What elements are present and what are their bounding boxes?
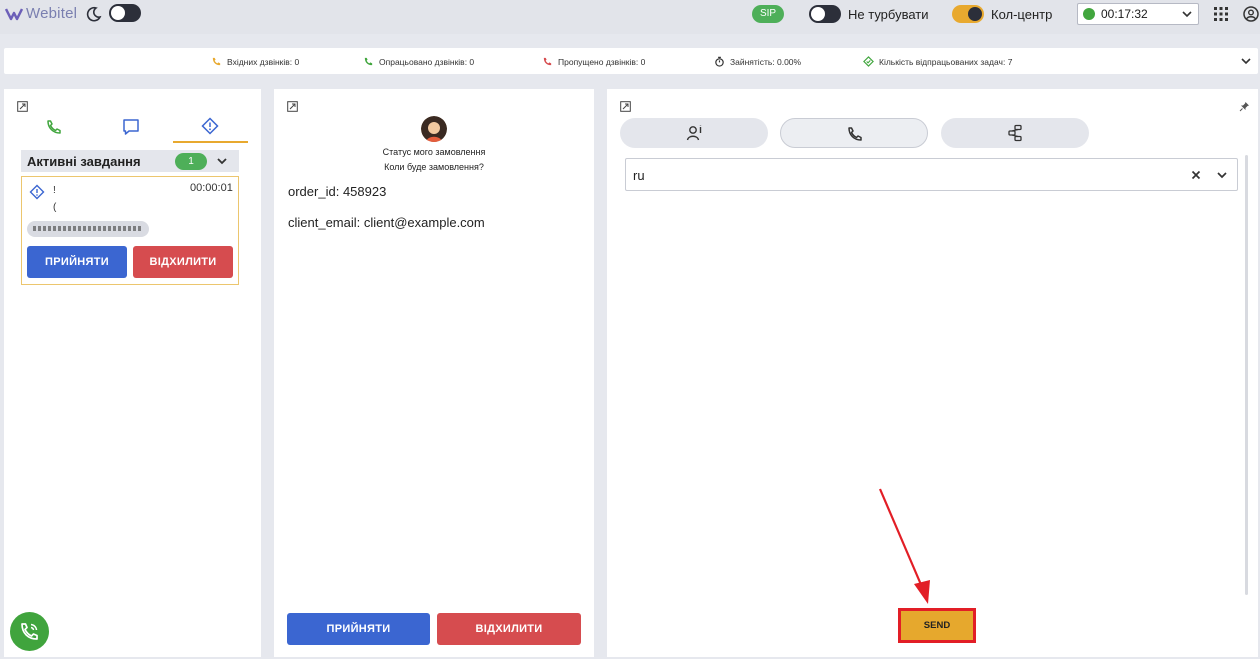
stats-bar: Вхідних дзвінків: 0 Опрацьовано дзвінків… bbox=[4, 48, 1258, 74]
incoming-call-icon bbox=[212, 57, 221, 66]
details-reject-button[interactable]: ВІДХИЛИТИ bbox=[437, 613, 581, 645]
tab-flow[interactable] bbox=[941, 118, 1089, 148]
task-tag-chip bbox=[27, 221, 149, 237]
status-timer: 00:17:32 bbox=[1101, 7, 1148, 21]
tasks-count-badge: 1 bbox=[175, 153, 207, 170]
scrollbar[interactable] bbox=[1245, 155, 1248, 595]
field-order-id: order_id: 458923 bbox=[288, 184, 387, 199]
user-account-icon[interactable] bbox=[1243, 6, 1259, 22]
callcenter-toggle[interactable] bbox=[952, 5, 984, 23]
expand-icon[interactable] bbox=[620, 101, 631, 112]
pin-icon[interactable] bbox=[1239, 101, 1250, 112]
flow-icon bbox=[1008, 124, 1022, 142]
task-subtitle: ( bbox=[53, 202, 57, 213]
tab-call[interactable] bbox=[780, 118, 928, 148]
details-accept-button[interactable]: ПРИЙНЯТИ bbox=[287, 613, 430, 645]
missed-call-icon bbox=[543, 57, 552, 66]
stat-incoming: Вхідних дзвінків: 0 bbox=[211, 56, 299, 67]
tab-chats-chat-icon[interactable] bbox=[122, 118, 140, 136]
expand-icon[interactable] bbox=[17, 101, 28, 112]
avatar bbox=[421, 116, 447, 142]
phone-ringing-icon bbox=[21, 623, 38, 640]
stat-tasks-done: Кількість відпрацьованих задач: 7 bbox=[863, 56, 1012, 67]
stopwatch-icon bbox=[715, 56, 724, 67]
task-accept-button[interactable]: ПРИЙНЯТИ bbox=[27, 246, 127, 278]
logo: Webitel bbox=[5, 5, 77, 22]
chevron-down-icon[interactable] bbox=[216, 155, 228, 167]
annotation-arrow bbox=[878, 488, 930, 604]
top-bar: Webitel SIP Не турбувати Кол-центр 00:17… bbox=[0, 0, 1260, 34]
send-button[interactable]: SEND bbox=[898, 608, 976, 643]
stat-missed: Пропущено дзвінків: 0 bbox=[542, 56, 645, 67]
tab-agent-info[interactable] bbox=[620, 118, 768, 148]
task-timer: 00:00:01 bbox=[190, 182, 233, 194]
task-reject-button[interactable]: ВІДХИЛИТИ bbox=[133, 246, 233, 278]
task-subtitle: Коли буде замовлення? bbox=[384, 162, 484, 172]
active-tasks-title: Активні завдання bbox=[27, 153, 141, 169]
moon-icon bbox=[86, 6, 102, 22]
sip-badge: SIP bbox=[752, 5, 784, 23]
avatar-icon bbox=[421, 116, 447, 142]
agent-status-select[interactable]: 00:17:32 bbox=[1077, 3, 1199, 25]
expand-icon[interactable] bbox=[287, 101, 298, 112]
task-done-icon bbox=[863, 56, 874, 67]
active-tab-indicator bbox=[173, 141, 248, 143]
callcenter-label: Кол-центр bbox=[991, 7, 1053, 22]
agent-info-icon bbox=[686, 125, 702, 141]
tab-calls-phone-icon[interactable] bbox=[45, 118, 63, 136]
chevron-down-icon[interactable] bbox=[1216, 169, 1228, 181]
language-select-value: ru bbox=[633, 168, 645, 183]
logo-text: Webitel bbox=[26, 5, 78, 22]
language-select[interactable]: ru bbox=[625, 158, 1238, 191]
clear-icon[interactable] bbox=[1190, 169, 1202, 181]
task-title: ! bbox=[53, 185, 56, 196]
handled-call-icon bbox=[364, 57, 373, 66]
stat-occupancy: Зайнятість: 0.00% bbox=[714, 56, 801, 67]
chevron-down-icon[interactable] bbox=[1240, 55, 1252, 67]
status-dot bbox=[1083, 8, 1095, 20]
stat-handled: Опрацьовано дзвінків: 0 bbox=[363, 56, 474, 67]
task-icon bbox=[29, 184, 45, 200]
call-fab-button[interactable] bbox=[10, 612, 49, 651]
apps-grid-icon[interactable] bbox=[1214, 7, 1228, 21]
chevron-down-icon bbox=[1182, 11, 1192, 18]
phone-icon bbox=[848, 127, 862, 141]
tab-tasks-task-icon[interactable] bbox=[201, 117, 219, 135]
dnd-toggle[interactable] bbox=[809, 5, 841, 23]
dnd-label: Не турбувати bbox=[848, 7, 929, 22]
field-client-email: client_email: client@example.com bbox=[288, 215, 485, 230]
task-details-panel bbox=[274, 89, 594, 657]
tasks-panel bbox=[4, 89, 261, 657]
webitel-logo-icon bbox=[5, 7, 23, 20]
theme-toggle[interactable] bbox=[109, 4, 141, 22]
task-title: Статус мого замовлення bbox=[382, 147, 486, 157]
